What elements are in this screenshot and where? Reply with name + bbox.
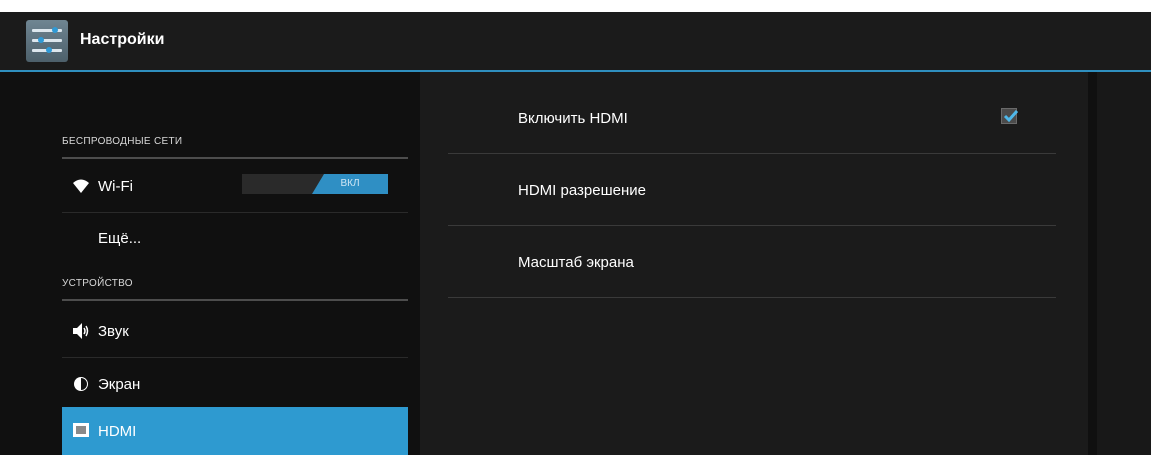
sidebar-item-label: Экран xyxy=(98,376,141,393)
app-title: Настройки xyxy=(80,31,165,48)
wifi-toggle-on-label: ВКЛ xyxy=(312,174,388,194)
action-bar: Настройки xyxy=(0,12,1151,72)
enable-hdmi-checkbox[interactable] xyxy=(1001,108,1019,124)
hdmi-icon xyxy=(72,421,90,439)
hdmi-settings-panel: Включить HDMI HDMI разрешение Масштаб эк… xyxy=(420,72,1088,455)
section-header-wireless: БЕСПРОВОДНЫЕ СЕТИ xyxy=(62,136,408,159)
sidebar-item-label: HDMI xyxy=(98,423,137,440)
sidebar-item-wifi[interactable]: Wi-Fi ВКЛ xyxy=(62,160,408,213)
sidebar-item-hdmi[interactable]: HDMI xyxy=(62,407,408,455)
sidebar-item-label: Звук xyxy=(98,323,129,340)
pref-title: HDMI разрешение xyxy=(518,182,646,199)
pref-screen-scale[interactable]: Масштаб экрана xyxy=(448,226,1056,298)
pref-title: Включить HDMI xyxy=(518,110,628,127)
sidebar-item-display[interactable]: Экран xyxy=(62,358,408,411)
checkmark-icon xyxy=(1003,110,1019,123)
sidebar-item-label: Wi-Fi xyxy=(98,178,133,195)
section-header-device: УСТРОЙСТВО xyxy=(62,278,408,301)
right-edge-panel xyxy=(1097,72,1151,455)
settings-screen: Настройки БЕСПРОВОДНЫЕ СЕТИ Wi-Fi ВКЛ Ещ… xyxy=(0,12,1151,455)
settings-sidebar: БЕСПРОВОДНЫЕ СЕТИ Wi-Fi ВКЛ Ещё... УСТРО… xyxy=(60,72,410,455)
sidebar-item-sound[interactable]: Звук xyxy=(62,305,408,358)
wifi-toggle[interactable]: ВКЛ xyxy=(242,174,388,194)
pref-hdmi-resolution[interactable]: HDMI разрешение xyxy=(448,154,1056,226)
speaker-icon xyxy=(72,322,90,340)
wifi-icon xyxy=(72,177,90,195)
settings-sliders-icon[interactable] xyxy=(26,20,68,62)
brightness-icon xyxy=(72,375,90,393)
pref-enable-hdmi[interactable]: Включить HDMI xyxy=(448,82,1056,154)
sidebar-item-label: Ещё... xyxy=(98,230,142,247)
pref-title: Масштаб экрана xyxy=(518,254,634,271)
sidebar-item-more[interactable]: Ещё... xyxy=(62,213,408,261)
